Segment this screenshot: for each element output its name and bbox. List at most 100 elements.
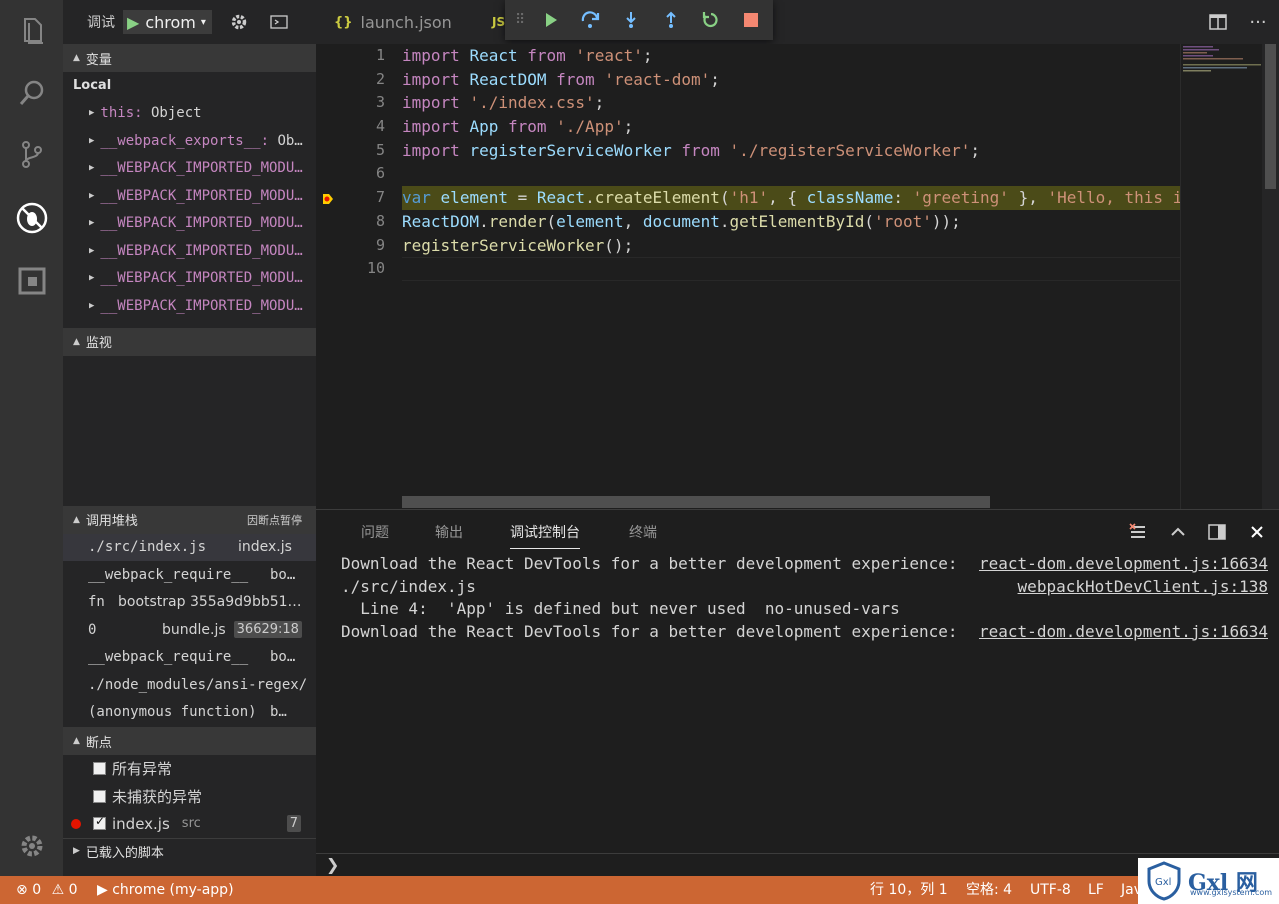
variable-item[interactable]: ▶ __WEBPACK_IMPORTED_MODU… — [63, 237, 316, 265]
source-control-icon — [21, 141, 42, 168]
tab-output[interactable]: 输出 — [435, 522, 463, 542]
breakpoint-all-exceptions[interactable]: 所有异常 — [63, 755, 316, 783]
line-number: 3 — [375, 93, 385, 112]
stack-frame[interactable]: (anonymous function) b… — [63, 699, 316, 727]
stack-frame[interactable]: fn bootstrap 355a9d9bb51… — [63, 589, 316, 617]
split-editor-button[interactable] — [1206, 0, 1230, 44]
debug-console-button[interactable] — [266, 10, 292, 34]
variables-header[interactable]: ▲ 变量 — [63, 44, 316, 72]
debug-config-select[interactable]: ▶ chrom ▾ — [123, 10, 212, 34]
variable-item[interactable]: ▶ __WEBPACK_IMPORTED_MODU… — [63, 265, 316, 293]
open-launch-json-button[interactable] — [226, 10, 252, 34]
call-stack-title: 调用堆栈 — [85, 514, 138, 529]
stack-frame[interactable]: ./node_modules/ansi-regex/ — [63, 671, 316, 699]
horizontal-scrollbar[interactable] — [402, 496, 990, 508]
code-content[interactable]: import React from 'react'; import ReactD… — [402, 44, 1180, 281]
start-debug-icon[interactable]: ▶ — [127, 13, 139, 32]
scroll-thumb[interactable] — [1265, 44, 1276, 189]
tab-debug-console[interactable]: 调试控制台 — [510, 522, 580, 549]
debug-toolbar: 调试 ▶ chrom ▾ — [63, 0, 316, 44]
debug-session-name: chrome (my-app) — [112, 882, 234, 898]
problems-indicator[interactable]: ⊗ 0 ⚠ 0 — [16, 876, 78, 904]
variable-colon: : — [260, 132, 278, 149]
all-exceptions-checkbox[interactable] — [93, 762, 106, 776]
expand-arrow-icon: ▶ — [89, 273, 95, 284]
stack-frame[interactable]: __webpack_require__ bo… — [63, 644, 316, 672]
stack-frame[interactable]: ./src/index.js index.js — [63, 533, 316, 561]
breakpoint-path: src — [181, 816, 201, 832]
index-js-checkbox[interactable] — [93, 814, 106, 831]
extensions-button[interactable] — [0, 256, 63, 306]
restart-button[interactable] — [691, 0, 731, 40]
encoding[interactable]: UTF-8 — [1030, 876, 1071, 904]
call-stack-header[interactable]: ▲ 调用堆栈 因断点暂停 — [63, 505, 316, 534]
console-source-link[interactable]: react-dom.development.js:16634 — [979, 621, 1268, 644]
explorer-button[interactable] — [0, 6, 63, 56]
chevron-down-icon: ▾ — [200, 16, 206, 28]
variable-value: Object — [151, 105, 202, 122]
console-source-link[interactable]: react-dom.development.js:16634 — [979, 553, 1268, 576]
current-breakpoint-icon[interactable] — [322, 193, 334, 205]
maximize-panel-button[interactable] — [1166, 520, 1190, 544]
variable-item[interactable]: ▶ __WEBPACK_IMPORTED_MODU… — [63, 155, 316, 183]
panel-layout-button[interactable] — [1205, 520, 1229, 544]
indentation[interactable]: 空格: 4 — [966, 876, 1012, 904]
step-out-button[interactable] — [651, 0, 691, 40]
variable-colon: : — [134, 105, 151, 122]
tab-problems[interactable]: 问题 — [361, 522, 389, 542]
end-of-line[interactable]: LF — [1088, 876, 1104, 904]
js-file-icon: JS — [492, 15, 506, 29]
cursor-position[interactable]: 行 10，列 1 — [870, 876, 948, 904]
chevron-up-icon — [1171, 527, 1185, 536]
stack-frame[interactable]: 0 bundle.js 36629:18 — [63, 616, 316, 644]
step-over-button[interactable] — [571, 0, 611, 40]
close-panel-button[interactable] — [1245, 520, 1269, 544]
debug-console-input[interactable]: ❯ — [316, 853, 1279, 877]
minimap-preview — [1183, 46, 1261, 72]
manage-button[interactable] — [0, 821, 63, 871]
step-into-button[interactable] — [611, 0, 651, 40]
debug-button[interactable] — [0, 193, 63, 243]
code-editor[interactable]: 1 2 3 4 5 6 7 8 9 10 import React from '… — [316, 44, 1279, 509]
code-line: import App from './App'; — [402, 117, 634, 137]
watch-title: 监视 — [85, 336, 112, 351]
search-button[interactable] — [0, 68, 63, 118]
frame-file: index.js — [238, 539, 292, 556]
watch-header[interactable]: ▲ 监视 — [63, 327, 316, 356]
minimap[interactable] — [1180, 44, 1262, 509]
frame-function: __webpack_require__ — [88, 566, 249, 583]
breakpoint-uncaught-exceptions[interactable]: 未捕获的异常 — [63, 783, 316, 811]
search-icon — [19, 80, 43, 105]
tab-launch-json[interactable]: {} launch.json — [334, 0, 452, 44]
debug-session[interactable]: ▶ chrome (my-app) — [97, 876, 234, 904]
breakpoint-index-js[interactable]: index.js src 7 — [63, 810, 316, 838]
loaded-scripts-header[interactable]: ▶ 已载入的脚本 — [63, 837, 316, 864]
variable-item[interactable]: ▶ __WEBPACK_IMPORTED_MODU… — [63, 292, 316, 320]
stack-frame[interactable]: __webpack_require__ bo… — [63, 561, 316, 589]
console-source-link[interactable]: webpackHotDevClient.js:138 — [1018, 576, 1268, 599]
tab-terminal[interactable]: 终端 — [629, 522, 657, 542]
clear-console-button[interactable] — [1126, 520, 1150, 544]
continue-button[interactable] — [531, 0, 571, 40]
uncaught-exceptions-checkbox[interactable] — [93, 789, 106, 803]
variable-item[interactable]: ▶ __webpack_exports__: Ob… — [63, 127, 316, 155]
vertical-scrollbar[interactable] — [1262, 44, 1279, 509]
collapsed-arrow-icon: ▶ — [73, 846, 80, 856]
local-scope[interactable]: Local — [63, 72, 316, 100]
bottom-panel: 问题 输出 调试控制台 终端 Download the React DevToo… — [316, 509, 1279, 876]
expand-arrow-icon: ▶ — [89, 135, 95, 146]
stop-button[interactable] — [731, 0, 771, 40]
more-actions-button[interactable]: ··· — [1246, 0, 1270, 44]
variable-item[interactable]: ▶ __WEBPACK_IMPORTED_MODU… — [63, 210, 316, 238]
step-into-icon — [626, 12, 636, 28]
breakpoints-header[interactable]: ▲ 断点 — [63, 727, 316, 755]
tab-index-js[interactable]: JS — [492, 0, 505, 44]
debug-label: 调试 — [87, 15, 115, 31]
variable-item[interactable]: ▶ this: Object — [63, 100, 316, 128]
variable-name: __WEBPACK_IMPORTED_MODU… — [100, 160, 303, 177]
drag-handle-icon[interactable]: ⠿ — [515, 12, 531, 28]
variables-title: 变量 — [85, 52, 112, 68]
variable-item[interactable]: ▶ __WEBPACK_IMPORTED_MODU… — [63, 182, 316, 210]
source-control-button[interactable] — [0, 129, 63, 179]
variable-name: this — [100, 105, 135, 122]
